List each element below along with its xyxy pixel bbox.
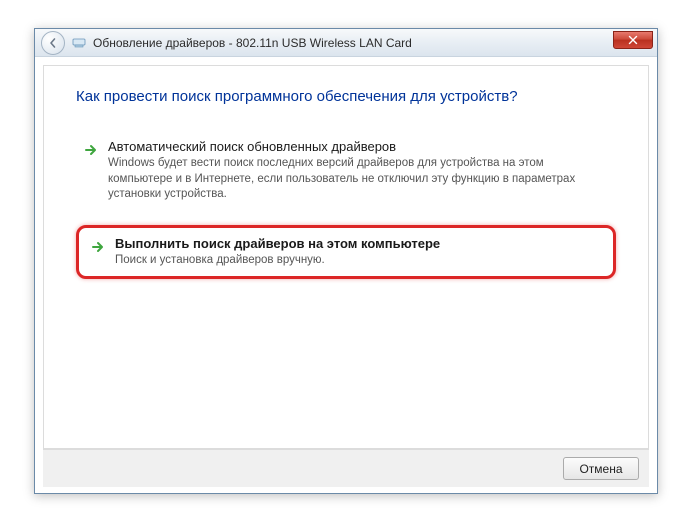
option-browse-computer[interactable]: Выполнить поиск драйверов на этом компью… xyxy=(76,225,616,280)
titlebar: Обновление драйверов - 802.11n USB Wirel… xyxy=(35,29,657,57)
close-icon xyxy=(628,35,638,45)
option-title: Выполнить поиск драйверов на этом компью… xyxy=(115,236,440,251)
arrow-right-icon xyxy=(82,141,100,159)
back-arrow-icon xyxy=(47,37,59,49)
device-icon xyxy=(71,35,87,51)
cancel-button[interactable]: Отмена xyxy=(563,457,639,480)
option-auto-search[interactable]: Автоматический поиск обновленных драйвер… xyxy=(76,133,616,209)
content-area: Как провести поиск программного обеспече… xyxy=(43,65,649,449)
content-wrap: Как провести поиск программного обеспече… xyxy=(35,57,657,493)
option-desc: Windows будет вести поиск последних верс… xyxy=(108,156,588,203)
page-heading: Как провести поиск программного обеспече… xyxy=(76,88,616,105)
option-text: Автоматический поиск обновленных драйвер… xyxy=(108,139,588,203)
option-text: Выполнить поиск драйверов на этом компью… xyxy=(115,236,440,269)
dialog-footer: Отмена xyxy=(43,449,649,487)
option-desc: Поиск и установка драйверов вручную. xyxy=(115,253,440,269)
close-button[interactable] xyxy=(613,31,653,49)
back-button[interactable] xyxy=(41,31,65,55)
option-title: Автоматический поиск обновленных драйвер… xyxy=(108,139,588,154)
driver-update-dialog: Обновление драйверов - 802.11n USB Wirel… xyxy=(34,28,658,494)
arrow-right-icon xyxy=(89,238,107,256)
window-title: Обновление драйверов - 802.11n USB Wirel… xyxy=(93,36,412,50)
